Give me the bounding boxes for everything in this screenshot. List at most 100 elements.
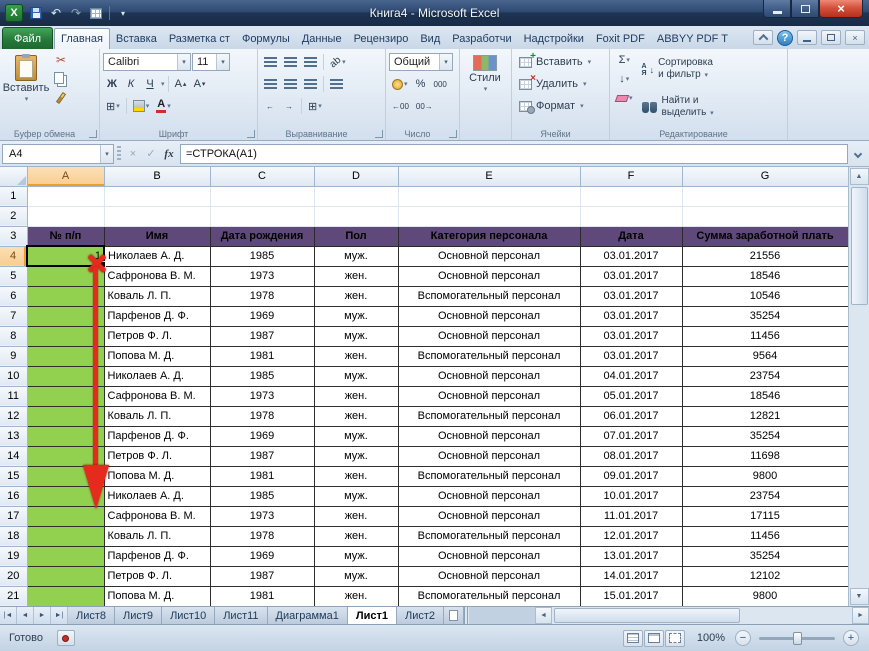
cell-E4[interactable]: Основной персонал bbox=[397, 245, 581, 267]
align-top-button[interactable] bbox=[261, 53, 280, 71]
tab-formulas[interactable]: Формулы bbox=[236, 29, 296, 49]
cell-G14[interactable]: 11698 bbox=[681, 445, 848, 467]
fill-button[interactable]: ↓ ▾ bbox=[613, 70, 636, 88]
tab-file[interactable]: Файл bbox=[2, 27, 54, 49]
cell-A18[interactable] bbox=[26, 525, 105, 547]
insert-function-button[interactable]: fx bbox=[160, 145, 178, 163]
cell-D3[interactable]: Пол bbox=[313, 225, 399, 247]
row-header-20[interactable]: 20 bbox=[0, 566, 28, 587]
comma-style-button[interactable]: 000 bbox=[431, 75, 450, 93]
bold-button[interactable]: Ж bbox=[103, 75, 121, 93]
cell-A3[interactable]: № п/п bbox=[26, 225, 105, 247]
cell-G16[interactable]: 23754 bbox=[681, 485, 848, 507]
cell-C8[interactable]: 1987 bbox=[209, 325, 315, 347]
clipboard-dialog-launcher[interactable] bbox=[89, 130, 97, 138]
align-center-button[interactable] bbox=[281, 75, 300, 93]
cell-E16[interactable]: Основной персонал bbox=[397, 485, 581, 507]
cell-E9[interactable]: Вспомогательный персонал bbox=[397, 345, 581, 367]
row-header-2[interactable]: 2 bbox=[0, 206, 28, 227]
find-select-button[interactable]: Найти и выделить ▾ bbox=[638, 89, 718, 126]
row-header-5[interactable]: 5 bbox=[0, 266, 28, 287]
autosum-button[interactable]: Σ ▾ bbox=[613, 51, 636, 69]
cell-B3[interactable]: Имя bbox=[103, 225, 211, 247]
cell-G7[interactable]: 35254 bbox=[681, 305, 848, 327]
cell-B13[interactable]: Парфенов Д. Ф. bbox=[103, 425, 211, 447]
cell-D15[interactable]: жен. bbox=[313, 465, 399, 487]
vertical-scroll-thumb[interactable] bbox=[850, 187, 868, 305]
percent-style-button[interactable]: % bbox=[412, 75, 430, 93]
zoom-slider-thumb[interactable] bbox=[793, 631, 802, 645]
number-format-select[interactable]: Общий ▾ bbox=[389, 53, 453, 71]
tab-data[interactable]: Данные bbox=[296, 29, 348, 49]
cell-F10[interactable]: 04.01.2017 bbox=[579, 365, 683, 387]
cell-C12[interactable]: 1978 bbox=[209, 405, 315, 427]
cell-B10[interactable]: Николаев А. Д. bbox=[103, 365, 211, 387]
cell-F8[interactable]: 03.01.2017 bbox=[579, 325, 683, 347]
grow-font-button[interactable]: А ▴ bbox=[172, 75, 190, 93]
cell-E21[interactable]: Вспомогательный персонал bbox=[397, 585, 581, 606]
tab-page-layout[interactable]: Разметка ст bbox=[163, 29, 236, 49]
align-right-button[interactable] bbox=[301, 75, 320, 93]
cell-A19[interactable] bbox=[26, 545, 105, 567]
cell-C1[interactable] bbox=[210, 186, 315, 207]
underline-button[interactable]: Ч bbox=[141, 75, 159, 93]
fill-color-button[interactable]: ▾ bbox=[130, 97, 153, 115]
decrease-indent-button[interactable]: ← bbox=[261, 97, 279, 115]
cell-F18[interactable]: 12.01.2017 bbox=[579, 525, 683, 547]
align-bottom-button[interactable] bbox=[301, 53, 320, 71]
row-header-3[interactable]: 3 bbox=[0, 226, 28, 247]
font-dialog-launcher[interactable] bbox=[247, 130, 255, 138]
cell-D13[interactable]: муж. bbox=[313, 425, 399, 447]
cancel-button[interactable]: × bbox=[124, 145, 142, 163]
cell-F16[interactable]: 10.01.2017 bbox=[579, 485, 683, 507]
formula-bar-splitter[interactable] bbox=[117, 145, 121, 162]
row-header-11[interactable]: 11 bbox=[0, 386, 28, 407]
row-header-8[interactable]: 8 bbox=[0, 326, 28, 347]
column-header-G[interactable]: G bbox=[682, 167, 848, 187]
cell-A9[interactable] bbox=[26, 345, 105, 367]
cell-D6[interactable]: жен. bbox=[313, 285, 399, 307]
cell-B14[interactable]: Петров Ф. Л. bbox=[103, 445, 211, 467]
sheet-tab-3[interactable]: Лист11 bbox=[215, 607, 268, 624]
cell-C9[interactable]: 1981 bbox=[209, 345, 315, 367]
tab-view[interactable]: Вид bbox=[414, 29, 446, 49]
cell-B12[interactable]: Коваль Л. П. bbox=[103, 405, 211, 427]
accounting-format-button[interactable]: ▾ bbox=[389, 75, 411, 93]
tab-foxit-pdf[interactable]: Foxit PDF bbox=[590, 29, 651, 49]
close-window-button[interactable]: × bbox=[819, 0, 863, 18]
row-header-13[interactable]: 13 bbox=[0, 426, 28, 447]
cell-A17[interactable] bbox=[26, 505, 105, 527]
sheet-tab-1[interactable]: Лист9 bbox=[115, 607, 163, 624]
merge-center-button[interactable]: ⊞ ▾ bbox=[305, 97, 325, 115]
row-header-16[interactable]: 16 bbox=[0, 486, 28, 507]
cell-G15[interactable]: 9800 bbox=[681, 465, 848, 487]
styles-button[interactable]: Стили ▾ bbox=[463, 51, 507, 125]
cell-A20[interactable] bbox=[26, 565, 105, 587]
cell-D20[interactable]: муж. bbox=[313, 565, 399, 587]
font-color-button[interactable]: А ▾ bbox=[153, 97, 173, 115]
cell-D16[interactable]: муж. bbox=[313, 485, 399, 507]
column-header-C[interactable]: C bbox=[210, 167, 315, 187]
cell-G2[interactable] bbox=[682, 206, 848, 227]
copy-button[interactable] bbox=[51, 70, 71, 88]
cell-F2[interactable] bbox=[580, 206, 683, 227]
cell-F5[interactable]: 03.01.2017 bbox=[579, 265, 683, 287]
format-painter-button[interactable] bbox=[51, 89, 71, 107]
clear-button[interactable]: ▾ bbox=[613, 89, 636, 107]
cell-D14[interactable]: муж. bbox=[313, 445, 399, 467]
redo-button[interactable]: ↷ bbox=[66, 4, 86, 22]
save-button[interactable] bbox=[26, 4, 46, 22]
row-header-19[interactable]: 19 bbox=[0, 546, 28, 567]
row-header-9[interactable]: 9 bbox=[0, 346, 28, 367]
horizontal-scroll-track[interactable] bbox=[552, 607, 852, 624]
cell-F3[interactable]: Дата bbox=[579, 225, 683, 247]
cell-A13[interactable] bbox=[26, 425, 105, 447]
cell-F4[interactable]: 03.01.2017 bbox=[579, 245, 683, 267]
cell-D5[interactable]: жен. bbox=[313, 265, 399, 287]
next-sheet-button[interactable]: ► bbox=[34, 607, 51, 624]
cell-F12[interactable]: 06.01.2017 bbox=[579, 405, 683, 427]
cell-A21[interactable] bbox=[26, 585, 105, 606]
increase-decimal-button[interactable]: ←00 bbox=[389, 97, 412, 115]
alignment-dialog-launcher[interactable] bbox=[375, 130, 383, 138]
minimize-window-button[interactable] bbox=[763, 0, 791, 18]
